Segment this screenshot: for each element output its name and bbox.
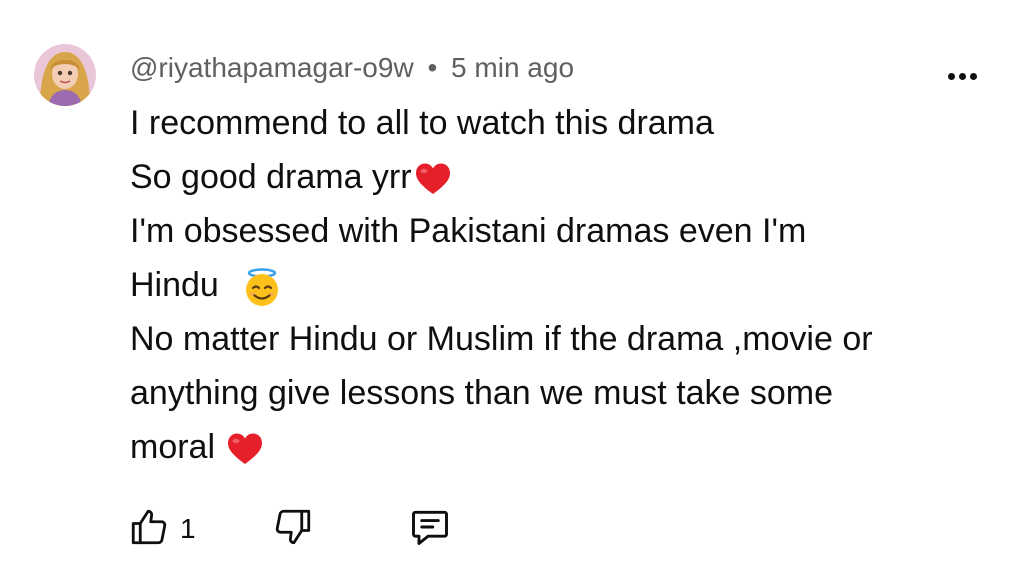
comment-line-with-emoji: So good drama yrr [130, 150, 990, 204]
comment-line-text: So good drama yrr [130, 158, 412, 196]
thumbs-up-icon [128, 506, 170, 553]
comment-line-text: moral [130, 428, 225, 466]
comment-reply-icon [408, 505, 452, 554]
comment-line-text: Hindu [130, 266, 229, 304]
like-button[interactable]: 1 [128, 506, 196, 552]
more-options-icon [947, 72, 955, 80]
comment-timestamp: 5 min ago [451, 52, 575, 83]
comment-actions: 1 [128, 506, 488, 554]
comment-line: anything give lessons than we must take … [130, 374, 834, 412]
comment-text: I recommend to all to watch this drama S… [130, 96, 990, 474]
red-heart-emoji [414, 162, 452, 196]
separator-dot: • [427, 52, 438, 83]
smiling-face-with-halo-emoji [242, 267, 282, 307]
avatar[interactable] [34, 44, 96, 106]
dislike-button[interactable] [272, 506, 314, 552]
comment-header: @riyathapamagar-o9w • 5 min ago [130, 50, 574, 86]
author-name[interactable]: @riyathapamagar-o9w [130, 52, 414, 83]
more-options-dot [958, 72, 966, 80]
more-options-dot [969, 72, 977, 80]
like-count: 1 [180, 513, 196, 544]
reply-button[interactable] [408, 506, 452, 552]
more-options-button[interactable] [940, 62, 984, 90]
comment-item: @riyathapamagar-o9w • 5 min ago I recomm… [0, 0, 1024, 564]
red-heart-emoji [226, 432, 264, 466]
comment-line-with-emoji: Hindu [130, 258, 990, 312]
comment-line-with-emoji: moral [130, 420, 990, 474]
comment-line: No matter Hindu or Muslim if the drama ,… [130, 320, 873, 358]
comment-line: I recommend to all to watch this drama [130, 104, 714, 142]
comment-line: I'm obsessed with Pakistani dramas even … [130, 212, 807, 250]
thumbs-down-icon [272, 506, 314, 553]
